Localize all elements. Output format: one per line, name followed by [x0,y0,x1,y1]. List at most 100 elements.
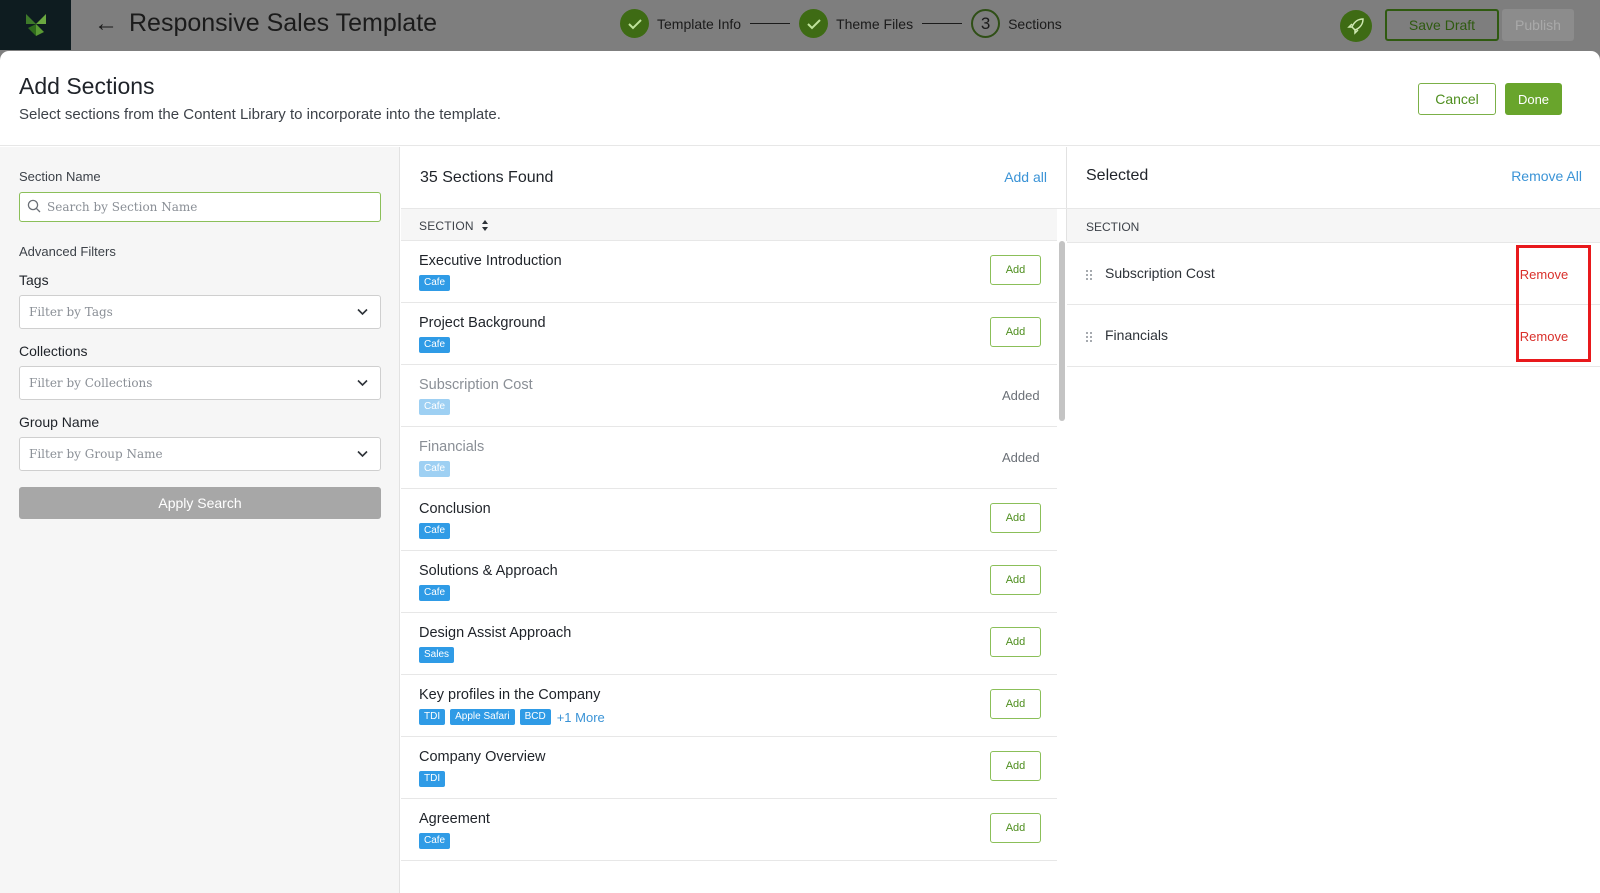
section-column-header[interactable]: SECTION [401,209,1057,241]
step-2-check-icon [799,9,829,38]
done-button[interactable]: Done [1505,83,1562,115]
remove-all-link[interactable]: Remove All [1511,168,1582,184]
step-3-number: 3 [971,9,1001,38]
section-title: Project Background [419,315,546,331]
section-row: Subscription Cost Cafe Added [401,365,1057,427]
chevron-down-icon [357,450,368,458]
add-section-button[interactable]: Add [990,627,1041,657]
section-title: Executive Introduction [419,253,562,269]
section-row: Conclusion Cafe Add [401,489,1057,551]
section-row: Agreement Cafe Add [401,799,1057,861]
selected-column-label: SECTION [1086,220,1140,234]
section-search-field[interactable] [19,192,381,222]
section-title: Subscription Cost [419,377,533,393]
section-row: Project Background Cafe Add [401,303,1057,365]
add-section-button[interactable]: Add [990,503,1041,533]
filter-panel: Section Name Advanced Filters Tags Filte… [0,147,400,893]
rocket-icon [1347,18,1364,35]
launch-button[interactable] [1340,10,1372,42]
add-section-button[interactable]: Add [990,565,1041,595]
section-title: Solutions & Approach [419,563,558,579]
tag-list: Cafe [419,833,451,849]
section-row: Key profiles in the Company TDI Apple Safa… [401,675,1057,737]
tag-list: Cafe [419,275,451,291]
group-name-dropdown[interactable]: Filter by Group Name [19,437,381,471]
tag-badge: Cafe [419,399,451,415]
tag-list: TDI Apple Safari BCD +1 More [419,709,605,725]
section-row: Executive Introduction Cafe Add [401,241,1057,303]
tag-list: Cafe [419,399,451,415]
modal-subtitle: Select sections from the Content Library… [19,106,501,123]
modal-title: Add Sections [19,73,155,99]
search-input[interactable] [47,197,367,217]
add-section-button[interactable]: Add [990,317,1041,347]
section-row: Design Assist Approach Sales Add [401,613,1057,675]
sections-found-count: 35 Sections Found [420,169,554,186]
progress-stepper: Template Info Theme Files 3 Sections [620,9,1062,38]
app-logo[interactable] [0,0,71,50]
remove-buttons-highlight [1516,245,1591,362]
collections-label: Collections [19,343,88,359]
tag-badge: Cafe [419,461,451,477]
tag-badge: Cafe [419,337,451,353]
more-tags-link[interactable]: +1 More [557,710,605,725]
publish-button[interactable]: Publish [1502,9,1574,41]
section-title: Company Overview [419,749,546,765]
tag-list: TDI [419,771,446,787]
add-section-button[interactable]: Add [990,751,1041,781]
tag-badge: Cafe [419,523,451,539]
tag-badge: TDI [419,709,446,725]
group-name-label: Group Name [19,414,100,430]
section-title: Conclusion [419,501,491,517]
step-connector [922,23,963,24]
add-section-button[interactable]: Add [990,255,1041,285]
selected-section-name: Financials [1105,327,1169,343]
added-status: Added [1002,450,1040,465]
group-name-placeholder: Filter by Group Name [29,447,163,461]
template-title: Responsive Sales Template [129,9,438,37]
tags-dropdown[interactable]: Filter by Tags [19,295,381,329]
cancel-button[interactable]: Cancel [1418,83,1496,115]
scrollbar-thumb[interactable] [1059,241,1065,421]
sort-icon[interactable] [481,219,489,232]
tag-badge: Apple Safari [450,709,515,725]
list-scrollbar[interactable] [1057,241,1067,893]
section-rows: Executive Introduction Cafe Add Project Bac… [401,241,1057,861]
selected-column-header: SECTION [1067,209,1600,243]
section-row: Company Overview TDI Add [401,737,1057,799]
column-label: SECTION [419,219,474,233]
tag-badge: Cafe [419,585,451,601]
tag-list: Cafe [419,523,451,539]
selected-section-name: Subscription Cost [1105,265,1215,281]
drag-handle-icon[interactable] [1085,269,1093,281]
tag-badge: Cafe [419,275,451,291]
chevron-down-icon [357,379,368,387]
section-title: Financials [419,439,485,455]
advanced-filters-label: Advanced Filters [19,244,116,259]
add-section-button[interactable]: Add [990,813,1041,843]
add-all-link[interactable]: Add all [1004,169,1047,185]
section-title: Design Assist Approach [419,625,572,641]
section-row: Solutions & Approach Cafe Add [401,551,1057,613]
sections-list-panel: 35 Sections Found Add all SECTION Execut… [401,147,1067,893]
drag-handle-icon[interactable] [1085,331,1093,343]
step-3-label: Sections [1008,15,1062,32]
add-sections-modal: Add Sections Select sections from the Co… [0,51,1600,893]
logo-icon [25,14,46,36]
tag-badge: Cafe [419,833,451,849]
tag-list: Cafe [419,461,451,477]
save-draft-button[interactable]: Save Draft [1385,9,1499,41]
apply-search-button[interactable]: Apply Search [19,487,381,519]
search-icon [27,199,41,213]
back-arrow-icon[interactable]: ← [94,10,118,38]
tag-list: Cafe [419,585,451,601]
add-section-button[interactable]: Add [990,689,1041,719]
step-1-label: Template Info [657,15,742,32]
tags-label: Tags [19,272,49,288]
section-name-label: Section Name [19,169,101,184]
section-row: Financials Cafe Added [401,427,1057,489]
top-bar: ← Responsive Sales Template Template Inf… [0,0,1600,50]
collections-dropdown[interactable]: Filter by Collections [19,366,381,400]
selected-header: Selected Remove All [1067,147,1600,209]
step-1-check-icon [620,9,649,38]
